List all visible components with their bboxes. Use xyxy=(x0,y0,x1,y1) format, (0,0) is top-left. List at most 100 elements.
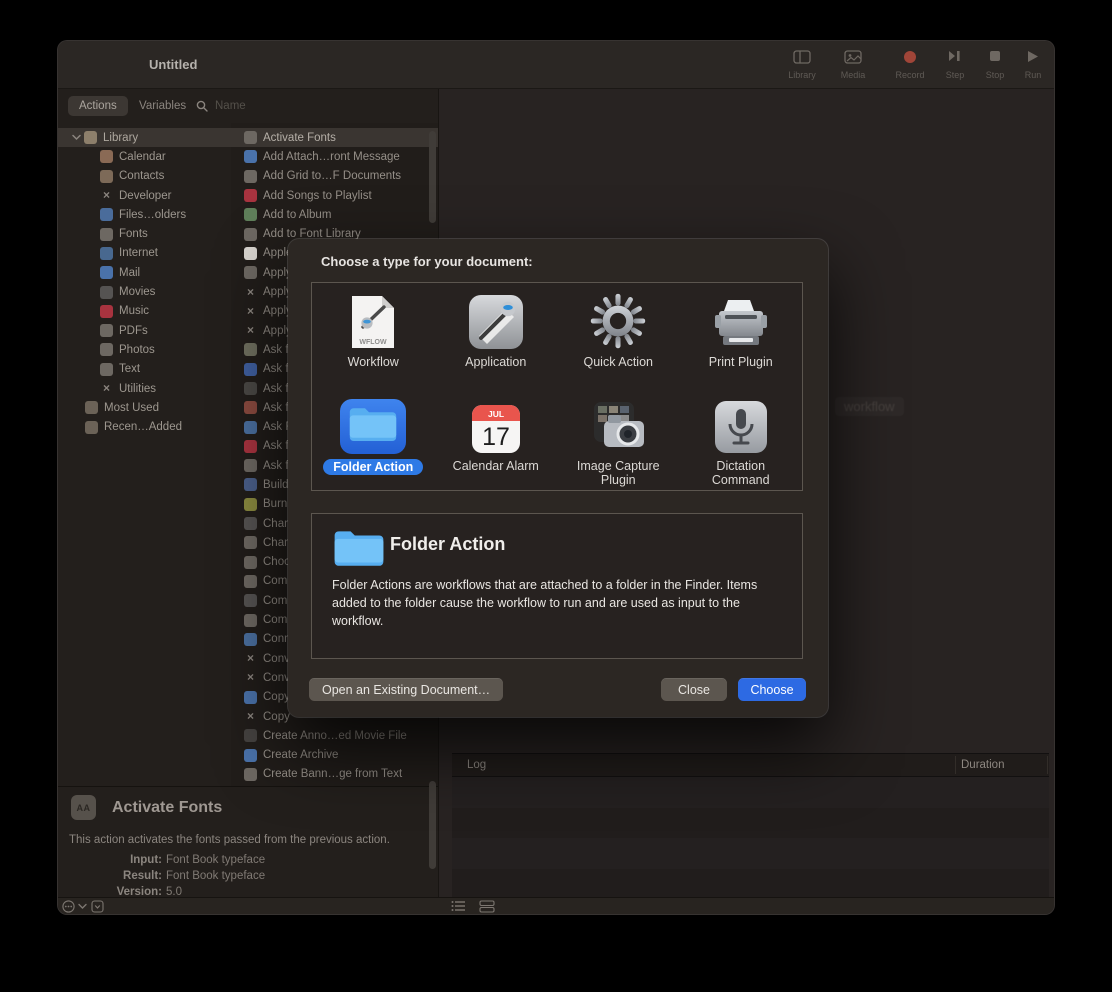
action-item-create-archive[interactable]: Create Archive xyxy=(231,746,438,765)
list-view-icon[interactable] xyxy=(451,900,466,912)
field-label: Result: xyxy=(58,868,162,884)
banner-icon xyxy=(244,768,257,781)
doc-type-quick-action[interactable]: Quick Action xyxy=(557,283,680,387)
type-description-box: Folder Action Folder Actions are workflo… xyxy=(311,513,803,659)
action-item-label: Ask f xyxy=(263,402,289,414)
sidebar-item-library[interactable]: Library xyxy=(58,128,231,147)
action-item-create-anno-ed-movie-file[interactable]: Create Anno…ed Movie File xyxy=(231,726,438,745)
sidebar-item-label: Music xyxy=(119,305,149,317)
calendar-page-icon: JUL 17 xyxy=(471,394,521,454)
doc-type-label: Print Plugin xyxy=(709,355,773,369)
doc-type-dictation-command[interactable]: Dictation Command xyxy=(680,387,803,491)
smart-folder-icon xyxy=(85,401,98,414)
photos-icon xyxy=(100,343,113,356)
sidebar-item-recen-added[interactable]: Recen…Added xyxy=(58,417,231,436)
internet-icon xyxy=(100,247,113,260)
automator-window: Untitled LibraryMediaRecordStepStopRun A… xyxy=(57,40,1055,915)
servers-icon xyxy=(244,421,257,434)
action-item-label: Chan xyxy=(263,537,291,549)
action-item-label: Ask f xyxy=(263,363,289,375)
sidebar-item-mail[interactable]: Mail xyxy=(58,263,231,282)
sidebar-item-photos[interactable]: Photos xyxy=(58,340,231,359)
doc-type-image-capture-plugin[interactable]: Image Capture Plugin xyxy=(557,387,680,491)
open-existing-document-button[interactable]: Open an Existing Document… xyxy=(309,678,503,701)
duration-column-header[interactable]: Duration xyxy=(961,754,1004,777)
sidebar-item-internet[interactable]: Internet xyxy=(58,244,231,263)
utilities-icon: × xyxy=(244,652,257,665)
column-divider[interactable] xyxy=(1047,756,1048,774)
action-item-label: Ask f xyxy=(263,383,289,395)
sidebar-item-developer[interactable]: ×Developer xyxy=(58,186,231,205)
search-field[interactable] xyxy=(196,96,403,116)
info-field-row: Input: Font Book typeface xyxy=(58,852,358,868)
more-options-icon[interactable] xyxy=(62,900,75,913)
doc-type-calendar-alarm[interactable]: JUL 17 Calendar Alarm xyxy=(435,387,558,491)
music-icon xyxy=(100,305,113,318)
toolbar-run-button[interactable]: Run xyxy=(1007,50,1055,80)
doc-type-print-plugin[interactable]: Print Plugin xyxy=(680,283,803,387)
sidebar-item-movies[interactable]: Movies xyxy=(58,282,231,301)
action-item-add-grid-to-f-documents[interactable]: Add Grid to…F Documents xyxy=(231,167,438,186)
sidebar-item-pdfs[interactable]: PDFs xyxy=(58,321,231,340)
sidebar-item-music[interactable]: Music xyxy=(58,302,231,321)
utilities-icon: × xyxy=(100,382,113,395)
action-item-label: Burn xyxy=(263,498,287,510)
action-item-create-bann-ge-from-text[interactable]: Create Bann…ge from Text xyxy=(231,765,438,784)
svg-text:WFLOW: WFLOW xyxy=(360,339,388,346)
sidebar-item-most-used[interactable]: Most Used xyxy=(58,398,231,417)
text-icon xyxy=(244,459,257,472)
tab-variables[interactable]: Variables xyxy=(128,96,197,116)
action-info-description: This action activates the fonts passed f… xyxy=(69,834,390,846)
action-item-label: Activate Fonts xyxy=(263,132,336,144)
sidebar-item-contacts[interactable]: Contacts xyxy=(58,167,231,186)
sidebar-item-utilities[interactable]: ×Utilities xyxy=(58,379,231,398)
action-item-label: Ask f xyxy=(263,344,289,356)
log-column-header[interactable]: Log xyxy=(467,754,486,777)
info-field-row: Result: Font Book typeface xyxy=(58,868,358,884)
sidebar-item-fonts[interactable]: Fonts xyxy=(58,224,231,243)
choose-button[interactable]: Choose xyxy=(738,678,806,701)
tab-actions[interactable]: Actions xyxy=(68,96,128,116)
contacts-icon xyxy=(100,170,113,183)
utilities-icon: × xyxy=(244,305,257,318)
toolbar-library-button[interactable]: Library xyxy=(776,50,828,80)
folder-action-selection xyxy=(340,394,406,454)
action-item-label: Ask f xyxy=(263,460,289,472)
action-item-add-attach-ront-message[interactable]: Add Attach…ront Message xyxy=(231,147,438,166)
action-item-add-songs-to-playlist[interactable]: Add Songs to Playlist xyxy=(231,186,438,205)
close-window-button[interactable] xyxy=(83,59,96,72)
doc-type-application[interactable]: Application xyxy=(435,283,558,387)
sidebar-item-label: Internet xyxy=(119,247,158,259)
action-item-add-to-album[interactable]: Add to Album xyxy=(231,205,438,224)
action-item-label: Add Attach…ront Message xyxy=(263,151,400,163)
sidebar-item-files-olders[interactable]: Files…olders xyxy=(58,205,231,224)
zoom-window-button[interactable] xyxy=(119,59,132,72)
titlebar: Untitled LibraryMediaRecordStepStopRun xyxy=(58,41,1054,89)
chevron-down-icon[interactable] xyxy=(68,134,84,141)
toolbar-button-label: Media xyxy=(827,70,879,80)
movies-icon xyxy=(244,382,257,395)
search-input[interactable] xyxy=(213,99,403,113)
doc-type-folder-action[interactable]: Folder Action xyxy=(312,387,435,491)
sidebar-item-label: Mail xyxy=(119,267,140,279)
toolbar-media-button[interactable]: Media xyxy=(827,50,879,80)
action-item-activate-fonts[interactable]: Activate Fonts xyxy=(231,128,438,147)
case-icon xyxy=(244,536,257,549)
panel-collapse-icon[interactable] xyxy=(91,900,104,913)
music-icon xyxy=(244,440,257,453)
column-divider[interactable] xyxy=(955,756,956,774)
close-button[interactable]: Close xyxy=(661,678,727,701)
doc-type-workflow[interactable]: WFLOW Workflow xyxy=(312,283,435,387)
stacked-view-icon[interactable] xyxy=(479,900,495,913)
gear-icon xyxy=(589,290,647,350)
info-panel-scrollbar[interactable] xyxy=(429,781,436,869)
log-empty-row xyxy=(452,838,1049,869)
action-item-label: Add to Album xyxy=(263,209,331,221)
log-empty-row xyxy=(452,777,1049,808)
sidebar-item-text[interactable]: Text xyxy=(58,360,231,379)
minimize-window-button[interactable] xyxy=(101,59,114,72)
sidebar-item-calendar[interactable]: Calendar xyxy=(58,147,231,166)
action-item-label: Chan xyxy=(263,518,291,530)
chevron-down-icon[interactable] xyxy=(78,903,87,910)
actions-list-scrollbar[interactable] xyxy=(429,131,436,223)
